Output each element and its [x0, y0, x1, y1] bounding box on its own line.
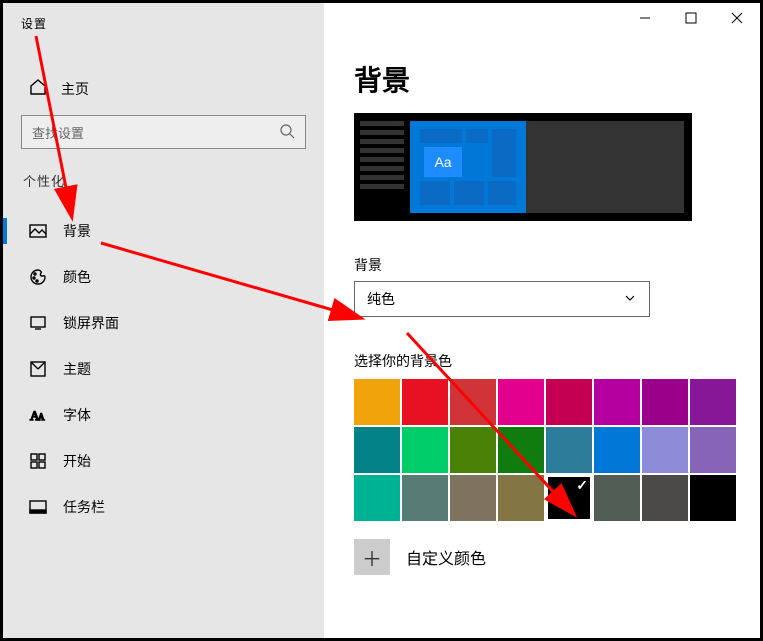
sidebar: 设置 主页 查找设置 个性化 背景颜色锁屏界面主题 AA 字体开始任务栏 [3, 3, 324, 638]
color-swatch[interactable] [690, 475, 736, 521]
color-swatch[interactable] [546, 379, 592, 425]
close-button[interactable] [714, 3, 760, 33]
color-swatch[interactable] [498, 427, 544, 473]
sidebar-item-label: 主题 [63, 359, 91, 379]
color-swatch[interactable] [498, 475, 544, 521]
search-input[interactable]: 查找设置 [21, 115, 306, 149]
minimize-button[interactable] [622, 3, 668, 33]
sidebar-item-label: 锁屏界面 [63, 313, 119, 333]
themes-icon [29, 360, 47, 378]
color-swatch[interactable] [402, 475, 448, 521]
sidebar-item-lockscreen[interactable]: 锁屏界面 [3, 300, 324, 346]
color-swatch[interactable] [546, 475, 592, 521]
background-section-label: 背景 [354, 255, 736, 275]
colors-icon [29, 268, 47, 286]
sidebar-item-background[interactable]: 背景 [3, 208, 324, 254]
section-label: 个性化 [23, 171, 324, 190]
sidebar-item-label: 背景 [63, 221, 91, 241]
color-swatch[interactable] [690, 427, 736, 473]
sidebar-item-taskbar[interactable]: 任务栏 [3, 484, 324, 530]
sidebar-item-colors[interactable]: 颜色 [3, 254, 324, 300]
color-swatch[interactable] [642, 379, 688, 425]
color-swatch[interactable] [402, 379, 448, 425]
color-swatch[interactable] [594, 475, 640, 521]
chevron-down-icon [623, 291, 637, 308]
color-swatch[interactable] [354, 427, 400, 473]
svg-text:A: A [38, 412, 45, 422]
sidebar-item-label: 字体 [63, 405, 91, 425]
plus-icon: ＋ [362, 543, 382, 572]
sidebar-item-label: 开始 [63, 451, 91, 471]
color-swatch[interactable] [690, 379, 736, 425]
home-icon [29, 78, 47, 99]
search-icon [279, 123, 295, 142]
preview-sample-text: Aa [424, 147, 462, 177]
desktop-preview: Aa [354, 113, 692, 221]
color-swatch[interactable] [642, 427, 688, 473]
color-swatch[interactable] [450, 427, 496, 473]
background-type-dropdown[interactable]: 纯色 [354, 281, 650, 317]
page-title: 背景 [354, 59, 736, 99]
search-placeholder: 查找设置 [32, 123, 84, 142]
color-swatch[interactable] [498, 379, 544, 425]
start-icon [29, 452, 47, 470]
lockscreen-icon [29, 314, 47, 332]
fonts-icon: AA [29, 406, 47, 424]
color-swatch[interactable] [594, 427, 640, 473]
background-icon [29, 222, 47, 240]
color-swatch-grid [354, 379, 736, 521]
swatch-section-label: 选择你的背景色 [354, 351, 736, 371]
maximize-button[interactable] [668, 3, 714, 33]
color-swatch[interactable] [354, 475, 400, 521]
color-swatch[interactable] [402, 427, 448, 473]
color-swatch[interactable] [546, 427, 592, 473]
color-swatch[interactable] [354, 379, 400, 425]
sidebar-item-themes[interactable]: 主题 [3, 346, 324, 392]
app-title: 设置 [3, 9, 324, 32]
home-nav-item[interactable]: 主页 [3, 68, 324, 107]
custom-color-label: 自定义颜色 [406, 545, 486, 569]
color-swatch[interactable] [594, 379, 640, 425]
taskbar-icon [29, 498, 47, 516]
color-swatch[interactable] [642, 475, 688, 521]
sidebar-item-fonts[interactable]: AA 字体 [3, 392, 324, 438]
dropdown-value: 纯色 [367, 289, 395, 309]
main-content: 背景 Aa 背景 纯色 选择你的背景色 ＋ 自定义颜色 [324, 3, 760, 638]
color-swatch[interactable] [450, 475, 496, 521]
color-swatch[interactable] [450, 379, 496, 425]
sidebar-item-start[interactable]: 开始 [3, 438, 324, 484]
home-label: 主页 [61, 79, 89, 99]
sidebar-item-label: 颜色 [63, 267, 91, 287]
sidebar-item-label: 任务栏 [63, 497, 105, 517]
custom-color-button[interactable]: ＋ [354, 539, 390, 575]
